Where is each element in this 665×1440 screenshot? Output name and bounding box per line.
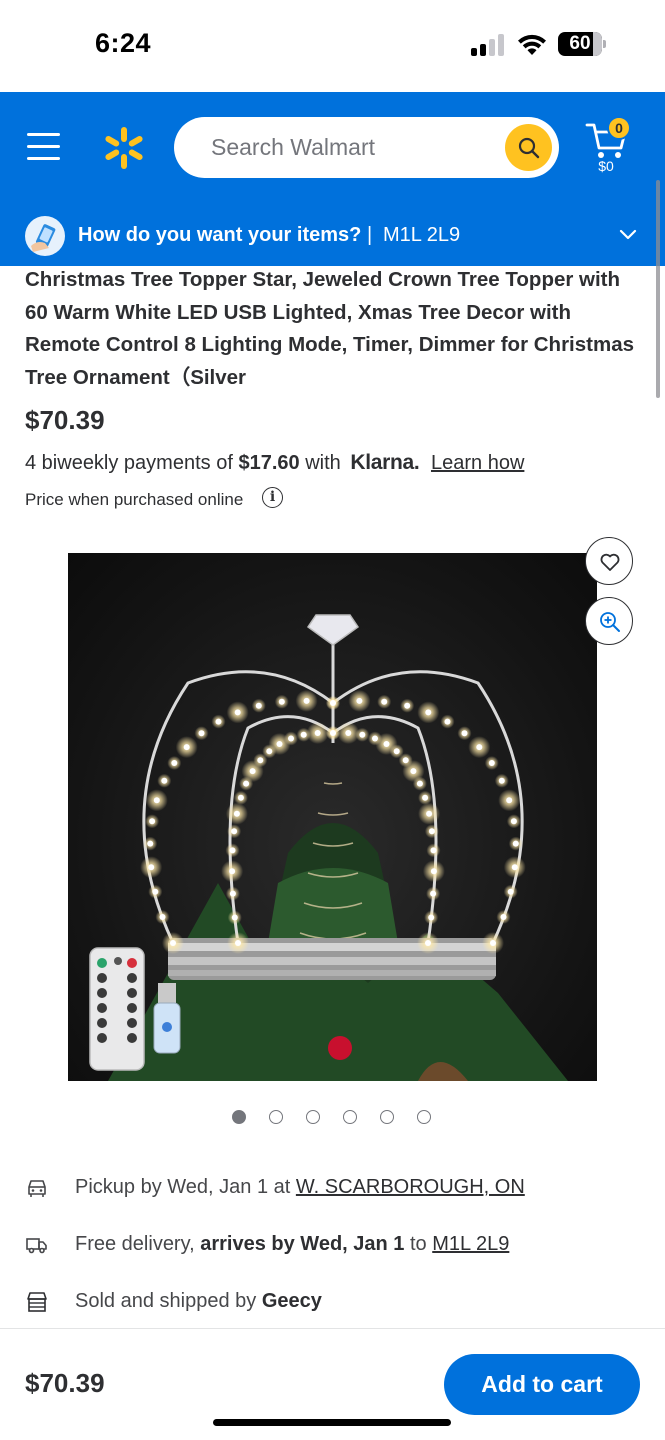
cart-total: $0 (598, 158, 614, 174)
favorite-button[interactable] (585, 537, 633, 585)
delivery-arrives: arrives by Wed, Jan 1 (200, 1233, 405, 1255)
zoom-in-icon (600, 612, 620, 632)
carousel-dot[interactable] (232, 1110, 246, 1124)
image-carousel-dots (232, 1110, 432, 1126)
pickup-row: Pickup by Wed, Jan 1 at W. SCARBOROUGH, … (25, 1174, 645, 1204)
store-icon (27, 1292, 47, 1312)
pickup-text: Pickup by Wed, Jan 1 at (75, 1176, 291, 1198)
zoom-button[interactable] (585, 597, 633, 645)
klarna-amount: $17.60 (238, 452, 300, 474)
search-input[interactable]: Search Walmart (174, 117, 559, 178)
delivery-divider: | (367, 224, 373, 246)
carousel-dot[interactable] (417, 1110, 431, 1124)
seller-prefix: Sold and shipped by (75, 1290, 257, 1312)
delivery-postal-link[interactable]: M1L 2L9 (432, 1233, 509, 1255)
klarna-payment-info: 4 biweekly payments of $17.60 with Klarn… (25, 451, 524, 475)
product-image[interactable] (68, 553, 597, 1081)
walmart-spark-logo[interactable] (102, 126, 146, 170)
delivery-prefix: Free delivery, (75, 1233, 195, 1255)
klarna-learn-how-link[interactable]: Learn how (431, 452, 524, 474)
cart-count-badge: 0 (607, 116, 631, 140)
product-title: Christmas Tree Topper Star, Jeweled Crow… (25, 268, 635, 389)
battery-level: 60 (569, 33, 591, 54)
status-time: 6:24 (95, 28, 152, 58)
search-icon (518, 137, 540, 159)
delivery-avatar-icon (25, 216, 65, 256)
carousel-dot[interactable] (380, 1110, 394, 1124)
delivery-question: How do you want your items? (78, 224, 362, 246)
menu-icon[interactable] (27, 133, 60, 161)
home-indicator[interactable] (213, 1419, 451, 1426)
chevron-down-icon[interactable] (619, 229, 637, 241)
delivery-row: Free delivery, arrives by Wed, Jan 1 to … (25, 1231, 645, 1261)
footer-price: $70.39 (25, 1368, 105, 1398)
klarna-prefix: 4 biweekly payments of (25, 452, 233, 474)
heart-icon (600, 553, 620, 571)
add-to-cart-button[interactable]: Add to cart (444, 1354, 640, 1415)
info-icon[interactable]: i (262, 487, 283, 508)
crown-topper-illustration (89, 614, 568, 1081)
seller-row: Sold and shipped by Geecy (25, 1288, 645, 1318)
carousel-dot[interactable] (306, 1110, 320, 1124)
klarna-with: with (305, 452, 341, 474)
carousel-dot[interactable] (269, 1110, 283, 1124)
scrollbar[interactable] (656, 180, 660, 398)
wifi-icon (518, 34, 546, 55)
carousel-dot[interactable] (343, 1110, 357, 1124)
product-price: $70.39 (25, 405, 105, 435)
cellular-signal-icon (471, 34, 507, 56)
price-note: Price when purchased online (25, 490, 244, 509)
pickup-store-link[interactable]: W. SCARBOROUGH, ON (296, 1176, 525, 1198)
delivery-to: to (409, 1233, 427, 1255)
seller-name[interactable]: Geecy (262, 1290, 322, 1312)
delivery-postal-code: M1L 2L9 (383, 224, 461, 246)
battery-icon: 60 (558, 32, 606, 56)
search-placeholder: Search Walmart (211, 134, 376, 160)
truck-icon (26, 1238, 47, 1254)
status-bar: 6:24 60 (0, 0, 665, 92)
car-icon (28, 1180, 46, 1197)
search-button[interactable] (505, 124, 552, 171)
klarna-logo: Klarna. (350, 451, 420, 474)
